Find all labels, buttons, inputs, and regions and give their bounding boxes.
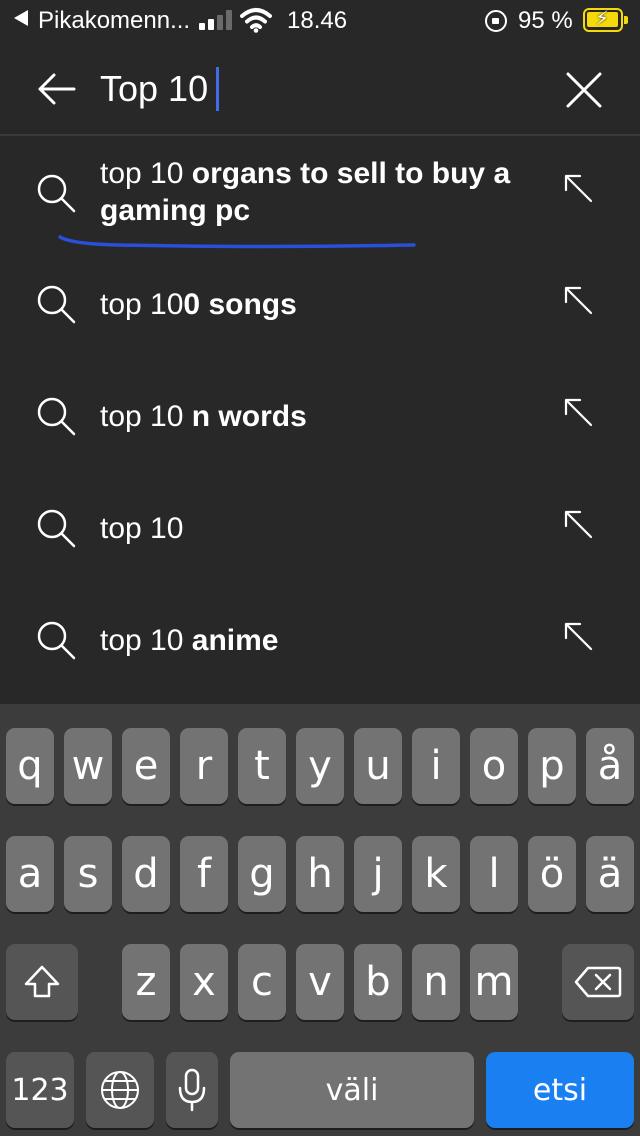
shift-key[interactable]	[6, 944, 78, 1020]
search-icon	[37, 174, 76, 213]
fill-query-arrow-icon[interactable]	[562, 396, 594, 428]
key-w[interactable]: w	[64, 728, 112, 804]
key-a-umlaut[interactable]: ä	[586, 836, 634, 912]
backspace-icon	[574, 966, 622, 998]
microphone-icon	[178, 1068, 206, 1112]
key-l[interactable]: l	[470, 836, 518, 912]
wifi-icon	[240, 8, 272, 33]
key-t[interactable]: t	[238, 728, 286, 804]
key-p[interactable]: p	[528, 728, 576, 804]
key-c[interactable]: c	[238, 944, 286, 1020]
suggestion-item[interactable]: top 10 anime	[0, 584, 640, 696]
signal-icon	[199, 10, 233, 30]
close-icon	[566, 72, 602, 108]
key-r[interactable]: r	[180, 728, 228, 804]
carrier-label: Pikakomenn...	[38, 7, 191, 34]
search-icon	[37, 285, 76, 324]
dictation-key[interactable]	[166, 1052, 218, 1128]
key-a-ring[interactable]: å	[586, 728, 634, 804]
backspace-key[interactable]	[562, 944, 634, 1020]
suggestion-text: top 10 organs to sell to buy a gaming pc	[100, 157, 511, 227]
key-s[interactable]: s	[64, 836, 112, 912]
key-n[interactable]: n	[412, 944, 460, 1020]
key-m[interactable]: m	[470, 944, 518, 1020]
key-u[interactable]: u	[354, 728, 402, 804]
fill-query-arrow-icon[interactable]	[562, 620, 594, 652]
status-bar: Pikakomenn... 18.46 95 % ⚡	[0, 0, 640, 40]
fill-query-arrow-icon[interactable]	[562, 172, 594, 204]
numbers-key[interactable]: 123	[6, 1052, 74, 1128]
battery-percent: 95 %	[518, 7, 573, 34]
search-query: Top 10	[100, 68, 209, 109]
key-k[interactable]: k	[412, 836, 460, 912]
key-f[interactable]: f	[180, 836, 228, 912]
search-icon	[37, 397, 76, 436]
key-j[interactable]: j	[354, 836, 402, 912]
clear-search-button[interactable]	[560, 66, 608, 114]
suggestion-text: top 100 songs	[100, 288, 297, 321]
globe-key[interactable]	[86, 1052, 154, 1128]
shift-icon	[24, 965, 60, 998]
search-header: Top 10	[0, 44, 640, 134]
globe-icon	[101, 1071, 139, 1109]
suggestion-text: top 10 anime	[100, 624, 279, 657]
key-g[interactable]: g	[238, 836, 286, 912]
suggestion-item[interactable]: top 10 n words	[0, 360, 640, 472]
key-h[interactable]: h	[296, 836, 344, 912]
suggestion-text: top 10 n words	[100, 400, 307, 433]
fill-query-arrow-icon[interactable]	[562, 284, 594, 316]
key-y[interactable]: y	[296, 728, 344, 804]
search-icon	[37, 509, 76, 548]
arrow-left-icon	[38, 73, 76, 105]
key-v[interactable]: v	[296, 944, 344, 1020]
rotation-lock-icon	[485, 10, 507, 32]
text-caret	[216, 67, 220, 111]
key-i[interactable]: i	[412, 728, 460, 804]
key-q[interactable]: q	[6, 728, 54, 804]
key-a[interactable]: a	[6, 836, 54, 912]
ink-underline-annotation	[58, 235, 416, 249]
search-icon	[37, 621, 76, 660]
key-e[interactable]: e	[122, 728, 170, 804]
fill-query-arrow-icon[interactable]	[562, 508, 594, 540]
battery-icon: ⚡	[583, 8, 628, 32]
status-time: 18.46	[287, 7, 348, 34]
key-z[interactable]: z	[122, 944, 170, 1020]
key-o[interactable]: o	[470, 728, 518, 804]
back-button[interactable]	[30, 62, 84, 116]
search-key[interactable]: etsi	[486, 1052, 634, 1128]
suggestion-item[interactable]: top 10	[0, 472, 640, 584]
key-o-umlaut[interactable]: ö	[528, 836, 576, 912]
charging-bolt-icon: ⚡	[595, 8, 610, 30]
suggestion-text: top 10	[100, 512, 184, 545]
space-key[interactable]: väli	[230, 1052, 474, 1128]
key-b[interactable]: b	[354, 944, 402, 1020]
back-to-app-icon[interactable]	[14, 10, 28, 26]
key-d[interactable]: d	[122, 836, 170, 912]
suggestion-item[interactable]: top 100 songs	[0, 248, 640, 360]
key-x[interactable]: x	[180, 944, 228, 1020]
search-input[interactable]: Top 10	[100, 64, 220, 114]
keyboard: q w e r t y u i o p å a s d f g h j k l …	[0, 704, 640, 1136]
